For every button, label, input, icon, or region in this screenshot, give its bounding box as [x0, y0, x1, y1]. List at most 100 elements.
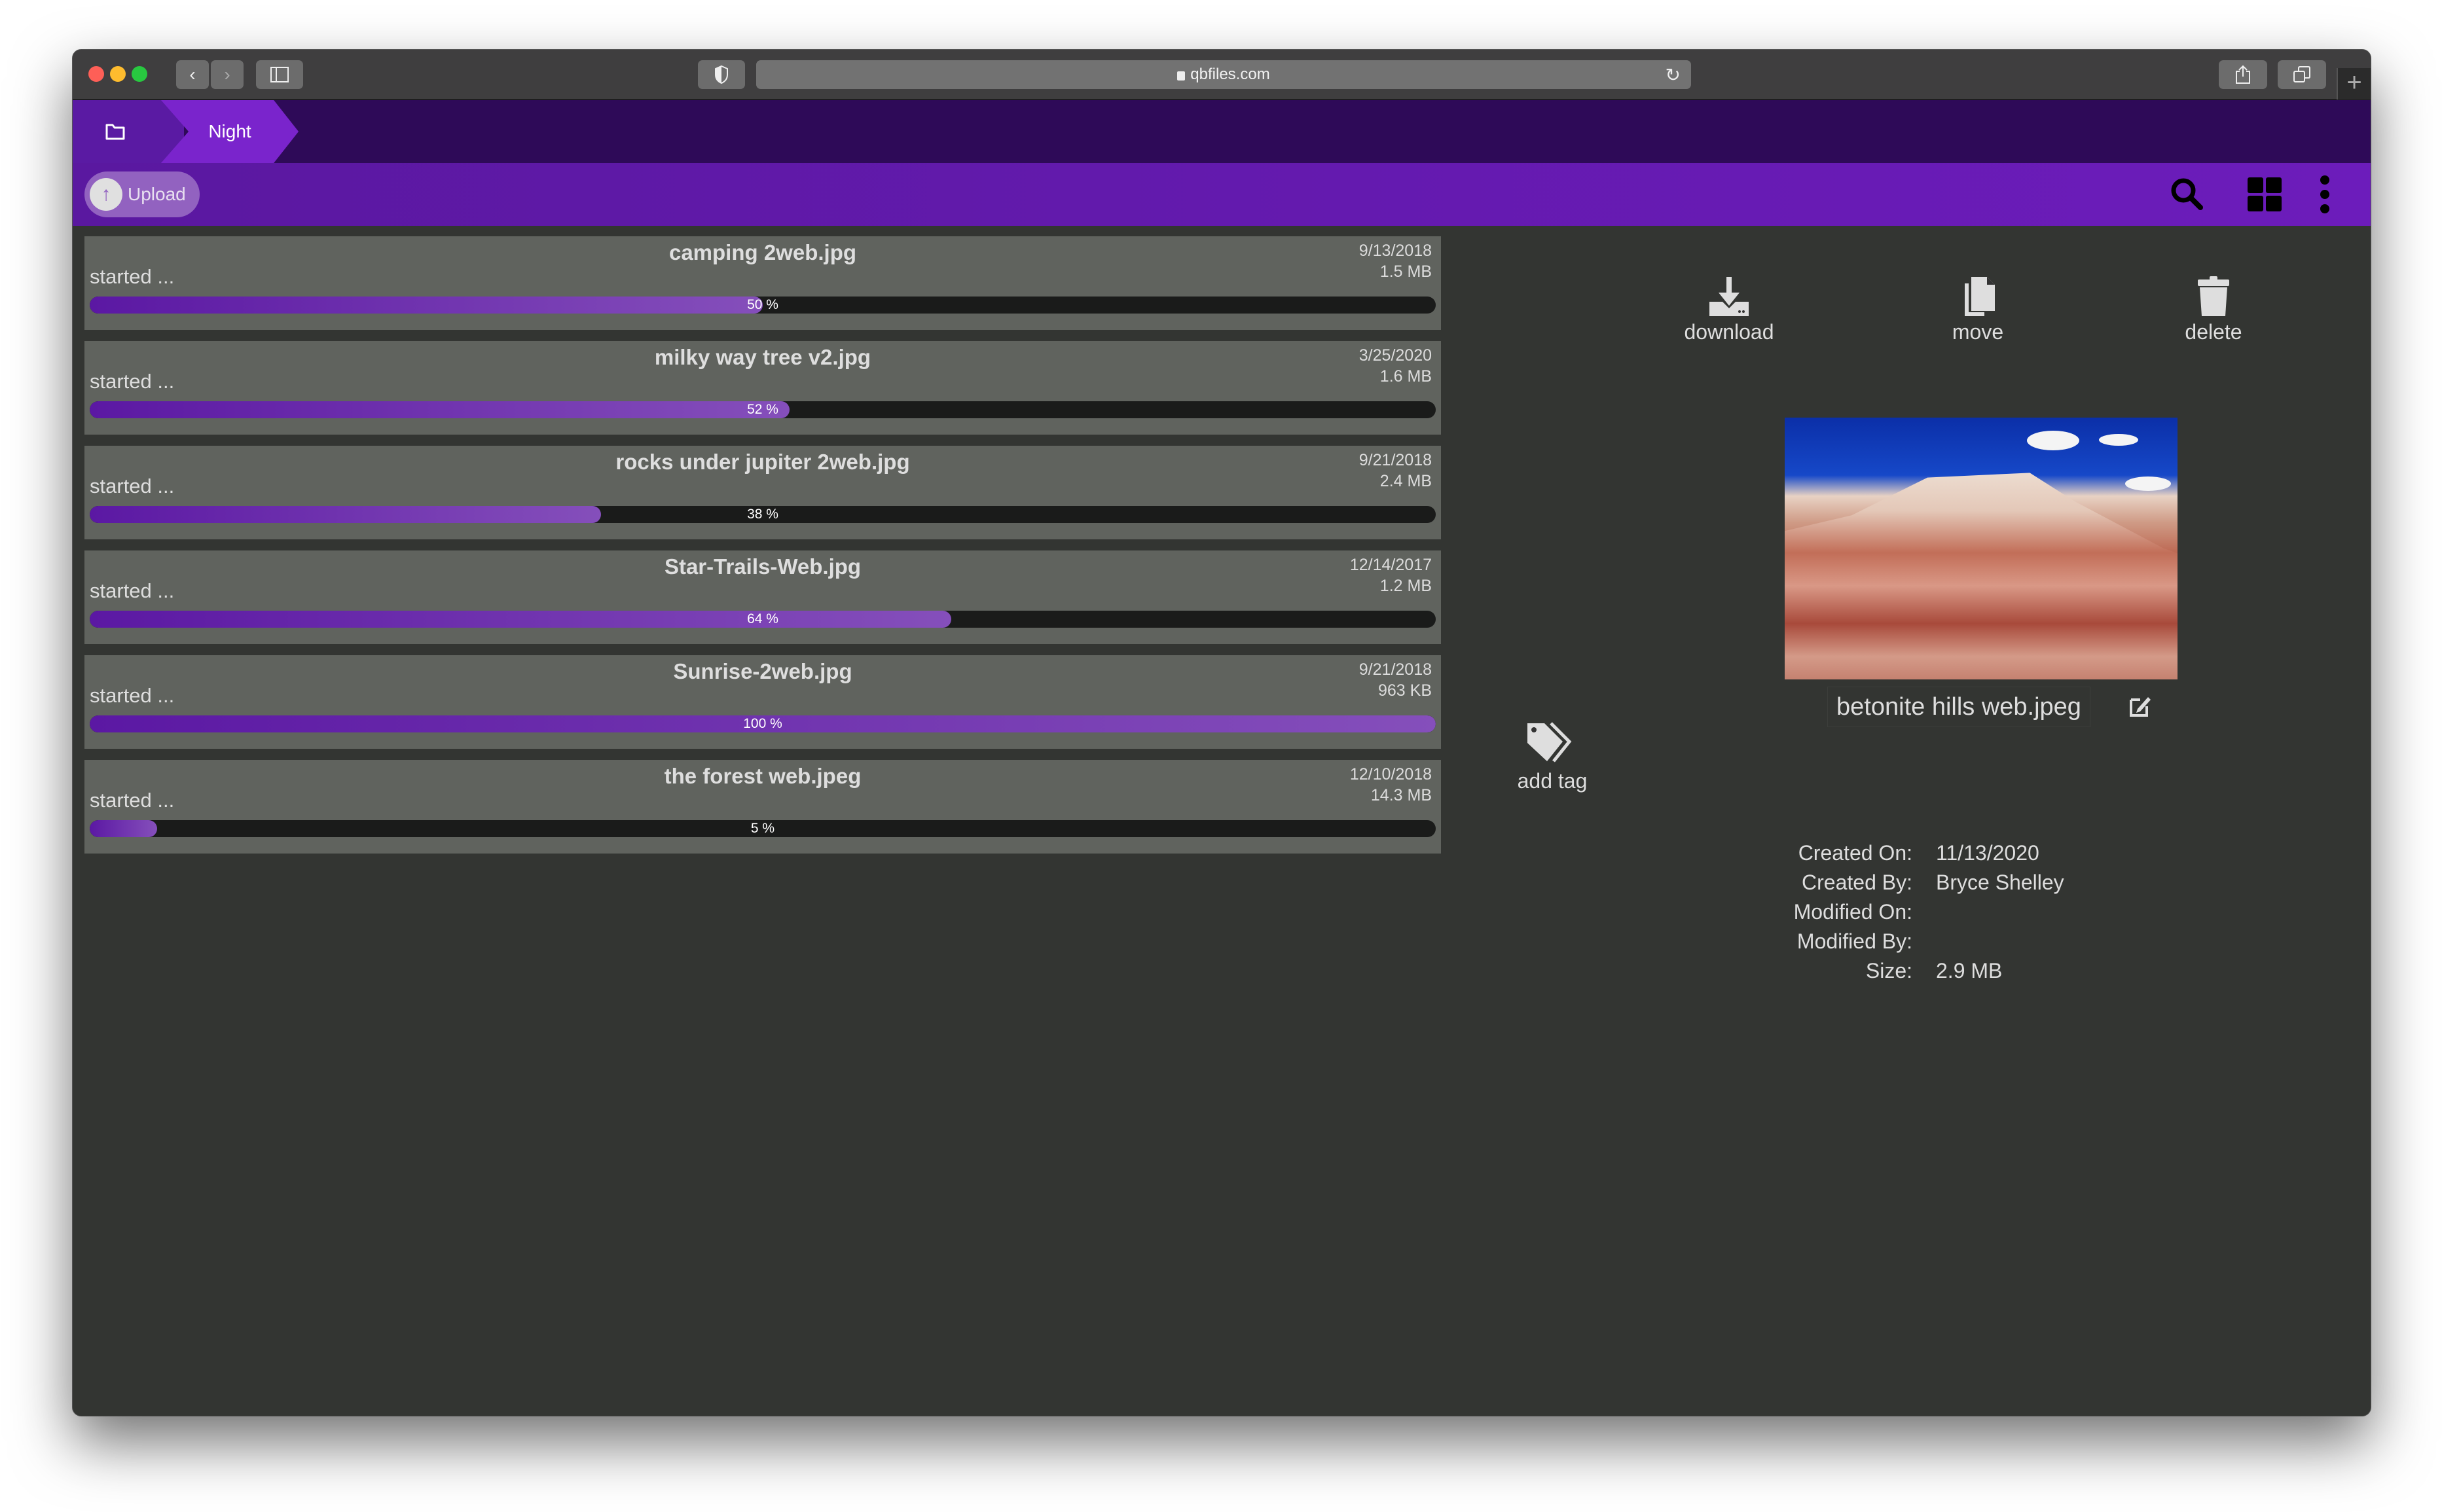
- folder-icon: [105, 124, 125, 140]
- progress-bar: 64 %: [90, 611, 1436, 628]
- upload-size: 1.2 MB: [1379, 577, 1432, 595]
- tabs-icon: [2293, 66, 2310, 82]
- address-bar[interactable]: qbfiles.com ↻: [756, 60, 1691, 89]
- upload-filename: camping 2web.jpg: [668, 240, 857, 264]
- upload-row[interactable]: Star-Trails-Web.jpg started ... 12/14/2017…: [84, 550, 1441, 644]
- upload-status: started ...: [90, 789, 175, 812]
- edit-icon[interactable]: [2128, 694, 2152, 718]
- upload-button[interactable]: ↑ Upload: [84, 171, 200, 217]
- tags-icon: [1527, 722, 1572, 763]
- upload-meta: 3/25/2020 1.6 MB: [1359, 345, 1432, 387]
- download-button[interactable]: download: [1664, 276, 1795, 344]
- new-tab-button[interactable]: +: [2337, 68, 2371, 99]
- move-button[interactable]: move: [1912, 276, 2043, 344]
- upload-date: 3/25/2020: [1358, 346, 1432, 365]
- upload-meta: 9/21/2018 2.4 MB: [1359, 450, 1432, 492]
- delete-label: delete: [2185, 320, 2242, 344]
- progress-bar: 50 %: [90, 297, 1436, 314]
- upload-meta: 12/14/2017 1.2 MB: [1350, 554, 1432, 596]
- upload-date: 9/21/2018: [1358, 660, 1432, 679]
- filename-field[interactable]: betonite hills web.jpeg: [1827, 687, 2090, 727]
- search-icon[interactable]: [2168, 175, 2207, 214]
- upload-status: started ...: [90, 475, 175, 497]
- detail-key: Modified By:: [1796, 929, 1912, 953]
- progress-bar: 100 %: [90, 715, 1436, 732]
- progress-label: 38 %: [747, 507, 778, 522]
- upload-date: 12/10/2018: [1349, 765, 1432, 783]
- detail-row: Size: 2.9 MB: [1716, 956, 2240, 986]
- detail-key: Created On:: [1798, 841, 1912, 865]
- breadcrumb-home[interactable]: [73, 100, 184, 163]
- preview-panel: download move delete betonite hills web.…: [1467, 236, 2364, 1414]
- upload-date: 12/14/2017: [1349, 556, 1432, 574]
- action-toolbar: ↑ Upload: [73, 163, 2371, 226]
- upload-status: started ...: [90, 579, 175, 602]
- preview-image[interactable]: [1785, 418, 2178, 679]
- sidebar-icon: [270, 67, 289, 82]
- cloud-upload-icon: ↑: [90, 178, 122, 211]
- progress-label: 64 %: [747, 611, 778, 626]
- progress-bar: 38 %: [90, 506, 1436, 523]
- minimize-window-button[interactable]: [110, 66, 126, 82]
- chevron-right-icon: ›: [224, 64, 230, 84]
- delete-button[interactable]: delete: [2148, 276, 2279, 344]
- grid-view-icon[interactable]: [2245, 175, 2284, 214]
- detail-value: 11/13/2020: [1936, 841, 2039, 865]
- detail-value: Bryce Shelley: [1936, 871, 2064, 894]
- download-label: download: [1684, 320, 1774, 344]
- upload-row[interactable]: the forest web.jpeg started ... 12/10/2018…: [84, 760, 1441, 854]
- upload-size: 2.4 MB: [1379, 472, 1432, 490]
- chevron-left-icon: ‹: [189, 64, 196, 84]
- share-button[interactable]: [2219, 60, 2267, 89]
- upload-row[interactable]: camping 2web.jpg started ... 9/13/2018 1.5 …: [84, 236, 1441, 330]
- shield-icon: [715, 65, 728, 84]
- progress-bar: 52 %: [90, 401, 1436, 418]
- upload-date: 9/21/2018: [1358, 451, 1432, 469]
- tabs-overview-button[interactable]: [2278, 60, 2326, 89]
- upload-row[interactable]: Sunrise-2web.jpg started ... 9/21/2018 963 …: [84, 655, 1441, 749]
- detail-key: Modified On:: [1793, 900, 1912, 924]
- share-icon: [2236, 65, 2250, 84]
- upload-filename: the forest web.jpeg: [664, 764, 862, 788]
- upload-status: started ...: [90, 265, 175, 288]
- upload-filename: rocks under jupiter 2web.jpg: [615, 450, 910, 474]
- progress-label: 100 %: [743, 716, 782, 731]
- upload-status: started ...: [90, 370, 175, 393]
- close-window-button[interactable]: [88, 66, 104, 82]
- detail-value: 2.9 MB: [1936, 959, 2003, 982]
- upload-filename: Sunrise-2web.jpg: [673, 659, 852, 683]
- upload-row[interactable]: milky way tree v2.jpg started ... 3/25/202…: [84, 341, 1441, 435]
- upload-filename: milky way tree v2.jpg: [654, 345, 871, 369]
- upload-status: started ...: [90, 684, 175, 707]
- detail-key: Size:: [1865, 959, 1912, 982]
- progress-label: 52 %: [747, 402, 778, 417]
- reload-icon[interactable]: ↻: [1666, 64, 1681, 86]
- detail-row: Created On: 11/13/2020: [1716, 838, 2240, 868]
- plus-icon: +: [2346, 68, 2362, 97]
- browser-window: ‹ › qbfiles.com ↻ + Night ↑ Upload campi…: [72, 49, 2371, 1416]
- zoom-window-button[interactable]: [132, 66, 147, 82]
- move-label: move: [1952, 320, 2004, 344]
- breadcrumb-label: Night: [208, 121, 251, 141]
- trash-icon: [2198, 276, 2229, 316]
- add-tag-button[interactable]: add tag: [1506, 721, 1598, 793]
- upload-size: 14.3 MB: [1370, 786, 1432, 804]
- url-text: qbfiles.com: [1190, 65, 1270, 83]
- upload-meta: 9/21/2018 963 KB: [1359, 659, 1432, 701]
- breadcrumb: Night: [73, 100, 2371, 163]
- upload-list: camping 2web.jpg started ... 9/13/2018 1.5 …: [84, 236, 1441, 865]
- detail-row: Modified On:: [1716, 897, 2240, 927]
- progress-bar: 5 %: [90, 820, 1436, 837]
- sidebar-toggle-button[interactable]: [256, 60, 303, 89]
- upload-row[interactable]: rocks under jupiter 2web.jpg started ... 9…: [84, 446, 1441, 539]
- back-button[interactable]: ‹: [176, 60, 209, 89]
- more-vert-icon[interactable]: [2312, 175, 2338, 214]
- privacy-shield-button[interactable]: [698, 60, 745, 89]
- upload-size: 1.6 MB: [1379, 367, 1432, 386]
- progress-label: 5 %: [750, 821, 775, 836]
- forward-button[interactable]: ›: [211, 60, 244, 89]
- file-details: Created On: 11/13/2020 Created By: Bryce Sh…: [1716, 838, 2240, 986]
- upload-meta: 12/10/2018 14.3 MB: [1350, 764, 1432, 806]
- detail-key: Created By:: [1802, 871, 1912, 894]
- lock-icon: [1177, 71, 1186, 81]
